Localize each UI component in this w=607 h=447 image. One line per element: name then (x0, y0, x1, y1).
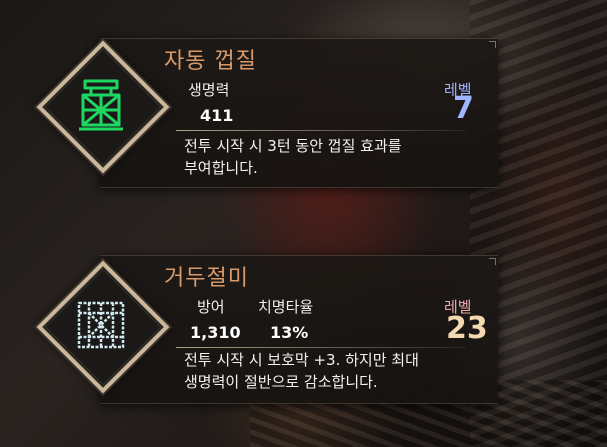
skill-title: 거두절미 (164, 266, 249, 291)
skill-description: 전투 시작 시 보호막 +3. 하지만 최대 생명력이 절반으로 감소합니다. (184, 349, 464, 393)
stat-value-defense: 1,310 (190, 323, 241, 342)
level-value: 23 (446, 311, 488, 346)
description-line: 부여합니다. (184, 159, 258, 177)
stat-label-hp: 생명력 (188, 81, 230, 99)
card-corner-ornament (489, 258, 496, 265)
skill-description: 전투 시작 시 3턴 동안 껍질 효과를 부여합니다. (184, 135, 464, 179)
stat-label-defense: 방어 (197, 298, 225, 316)
description-line: 전투 시작 시 3턴 동안 껍질 효과를 (184, 137, 402, 155)
green-tower-rune-icon (71, 75, 131, 135)
stat-label-crit-rate: 치명타율 (258, 298, 314, 316)
card-divider (176, 347, 466, 348)
cage-rune-icon (71, 295, 131, 355)
description-line: 생명력이 절반으로 감소합니다. (184, 373, 378, 391)
skill-title: 자동 껍질 (164, 49, 257, 74)
card-corner-ornament (489, 41, 496, 48)
stat-value-hp: 411 (200, 106, 234, 125)
description-line: 전투 시작 시 보호막 +3. 하지만 최대 (184, 351, 419, 369)
card-divider (176, 130, 466, 131)
level-value: 7 (453, 91, 474, 126)
stat-value-crit-rate: 13% (270, 323, 309, 342)
